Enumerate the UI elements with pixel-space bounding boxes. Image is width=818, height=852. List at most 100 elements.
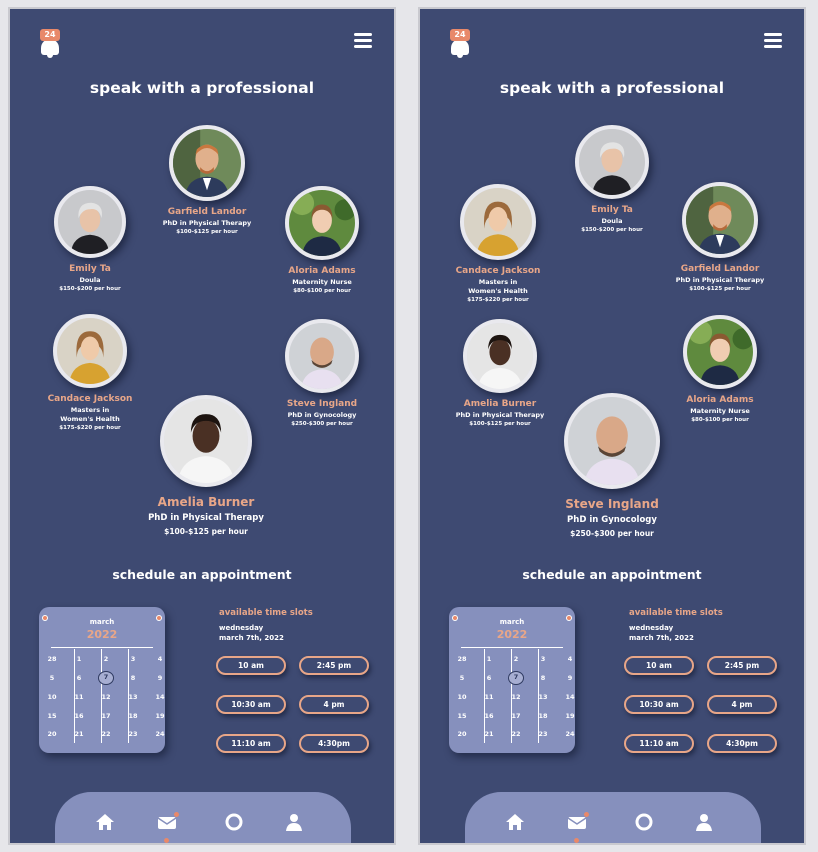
time-slot-button[interactable]: 11:10 am xyxy=(216,734,286,753)
home-icon[interactable] xyxy=(95,812,115,832)
calendar-day[interactable]: 3 xyxy=(535,655,551,663)
app-logo[interactable]: 24 xyxy=(448,29,472,59)
support-icon[interactable] xyxy=(634,812,654,832)
calendar-day-selected[interactable]: 7 xyxy=(98,671,114,685)
calendar-day[interactable]: 8 xyxy=(535,674,551,682)
calendar-day[interactable]: 28 xyxy=(44,655,60,663)
time-slot-button[interactable]: 2:45 pm xyxy=(299,656,369,675)
time-slot-button[interactable]: 2:45 pm xyxy=(707,656,777,675)
slots-heading: available time slots xyxy=(629,608,723,618)
calendar-day[interactable]: 13 xyxy=(535,693,551,701)
calendar-day[interactable]: 24 xyxy=(152,730,168,738)
page-title: speak with a professional xyxy=(499,79,725,97)
calendar-day[interactable]: 8 xyxy=(125,674,141,682)
calendar-day[interactable]: 19 xyxy=(152,712,168,720)
pro-name: Candace Jackson xyxy=(455,266,541,276)
calendar-day[interactable]: 21 xyxy=(481,730,497,738)
avatar xyxy=(160,395,252,487)
calendar-day[interactable]: 2 xyxy=(508,655,524,663)
pro-name: Amelia Burner xyxy=(157,495,255,509)
pro-credential: PhD in Physical Therapy xyxy=(675,276,765,284)
app-logo[interactable]: 24 xyxy=(38,29,62,59)
pro-card[interactable]: Aloria Adams Maternity Nurse $80-$100 pe… xyxy=(252,186,392,294)
calendar-day[interactable]: 4 xyxy=(562,655,578,663)
schedule-title: schedule an appointment xyxy=(522,567,702,582)
calendar-day[interactable]: 20 xyxy=(44,730,60,738)
calendar-day[interactable]: 12 xyxy=(98,693,114,701)
time-slot-button[interactable]: 4 pm xyxy=(299,695,369,714)
calendar-day[interactable]: 11 xyxy=(71,693,87,701)
hamburger-menu-icon[interactable] xyxy=(764,33,782,49)
calendar-day-selected[interactable]: 7 xyxy=(508,671,524,685)
calendar-day[interactable]: 10 xyxy=(454,693,470,701)
pro-name: Steve Ingland xyxy=(565,497,659,511)
calendar-day[interactable]: 28 xyxy=(454,655,470,663)
time-slot-button[interactable]: 10 am xyxy=(624,656,694,675)
notification-dot xyxy=(174,812,179,817)
pro-card[interactable]: Candace Jackson Masters in Women's Healt… xyxy=(428,184,568,303)
calendar-day[interactable]: 6 xyxy=(71,674,87,682)
calendar-day[interactable]: 24 xyxy=(562,730,578,738)
pro-credential: Masters in Women's Health xyxy=(468,278,528,295)
profile-icon[interactable] xyxy=(694,812,714,832)
calendar-day[interactable]: 1 xyxy=(71,655,87,663)
calendar-day[interactable]: 20 xyxy=(454,730,470,738)
calendar-day[interactable]: 10 xyxy=(44,693,60,701)
pro-price: $175-$220 per hour xyxy=(467,297,529,303)
time-slot-button[interactable]: 10 am xyxy=(216,656,286,675)
pro-card-featured[interactable]: Steve Ingland PhD in Gynocology $250-$30… xyxy=(542,393,682,538)
hamburger-menu-icon[interactable] xyxy=(354,33,372,49)
avatar xyxy=(575,125,649,199)
calendar-day[interactable]: 19 xyxy=(562,712,578,720)
calendar-day[interactable]: 13 xyxy=(125,693,141,701)
calendar-day[interactable]: 9 xyxy=(152,674,168,682)
calendar-day[interactable]: 2 xyxy=(98,655,114,663)
pro-credential: Doula xyxy=(79,276,101,284)
calendar-day[interactable]: 5 xyxy=(44,674,60,682)
schedule-title: schedule an appointment xyxy=(112,567,292,582)
calendar-day[interactable]: 18 xyxy=(535,712,551,720)
calendar-day[interactable]: 12 xyxy=(508,693,524,701)
calendar-day[interactable]: 11 xyxy=(481,693,497,701)
calendar-day[interactable]: 22 xyxy=(508,730,524,738)
time-slot-button[interactable]: 11:10 am xyxy=(624,734,694,753)
calendar-day[interactable]: 16 xyxy=(71,712,87,720)
calendar-day[interactable]: 9 xyxy=(562,674,578,682)
calendar-day[interactable]: 23 xyxy=(125,730,141,738)
profile-icon[interactable] xyxy=(284,812,304,832)
support-icon[interactable] xyxy=(224,812,244,832)
calendar-day[interactable]: 17 xyxy=(98,712,114,720)
time-slot-button[interactable]: 10:30 am xyxy=(624,695,694,714)
calendar: march 2022 28 1 2 3 4 5 6 7 8 9 10 11 12 13 14 15 16 17 18… xyxy=(39,607,165,753)
calendar-day[interactable]: 14 xyxy=(562,693,578,701)
calendar-day[interactable]: 5 xyxy=(454,674,470,682)
calendar-day[interactable]: 3 xyxy=(125,655,141,663)
logo-badge: 24 xyxy=(450,29,470,41)
time-slot-button[interactable]: 4 pm xyxy=(707,695,777,714)
pro-card-featured[interactable]: Amelia Burner PhD in Physical Therapy $1… xyxy=(136,395,276,536)
calendar-day[interactable]: 15 xyxy=(454,712,470,720)
bottom-nav xyxy=(55,792,351,843)
time-slot-button[interactable]: 4:30pm xyxy=(707,734,777,753)
calendar-day[interactable]: 18 xyxy=(125,712,141,720)
pro-card[interactable]: Emily Ta Doula $150-$200 per hour xyxy=(20,186,160,292)
calendar-day[interactable]: 22 xyxy=(98,730,114,738)
calendar-day[interactable]: 17 xyxy=(508,712,524,720)
calendar-day[interactable]: 21 xyxy=(71,730,87,738)
home-icon[interactable] xyxy=(505,812,525,832)
calendar-day[interactable]: 15 xyxy=(44,712,60,720)
time-slot-button[interactable]: 4:30pm xyxy=(299,734,369,753)
calendar-day[interactable]: 1 xyxy=(481,655,497,663)
calendar-day[interactable]: 14 xyxy=(152,693,168,701)
avatar xyxy=(683,315,757,389)
calendar-day[interactable]: 23 xyxy=(535,730,551,738)
calendar-day[interactable]: 6 xyxy=(481,674,497,682)
pro-price: $100-$125 per hour xyxy=(689,286,751,292)
calendar-day[interactable]: 16 xyxy=(481,712,497,720)
calendar-day[interactable]: 4 xyxy=(152,655,168,663)
bottom-nav xyxy=(465,792,761,843)
time-slot-button[interactable]: 10:30 am xyxy=(216,695,286,714)
pro-card[interactable]: Garfield Landor PhD in Physical Therapy … xyxy=(650,182,790,292)
calendar-month: march xyxy=(89,618,115,626)
active-indicator xyxy=(164,838,169,843)
